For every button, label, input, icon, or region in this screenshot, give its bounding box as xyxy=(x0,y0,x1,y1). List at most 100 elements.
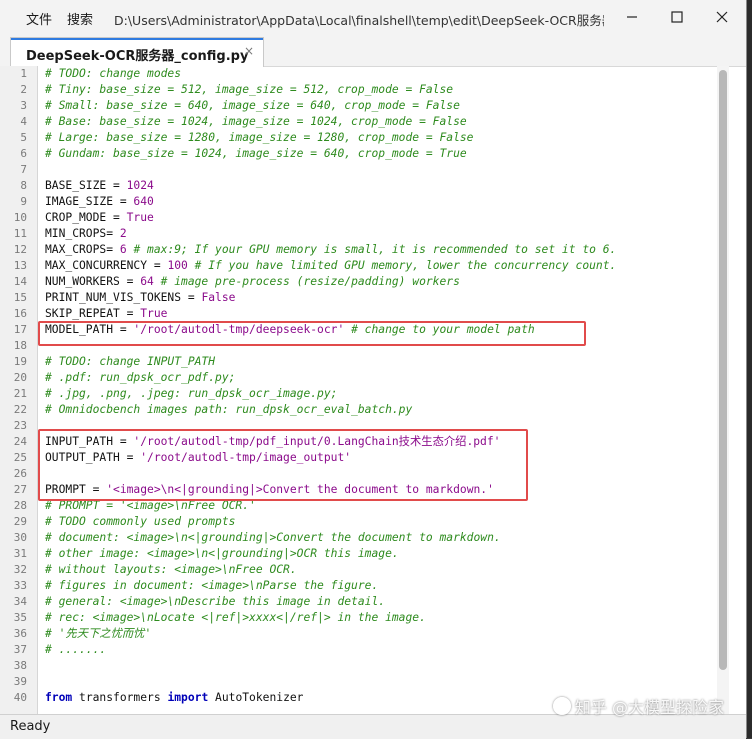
code-editor[interactable]: 1 2 3 4 5 6 7 8 9 10 11 12 13 14 15 16 17 18 19 20 21 22 23 24 2… xyxy=(0,66,746,714)
code-token: # Gundam: base_size = 1024, image_size =… xyxy=(45,147,467,160)
code-token: AutoTokenizer xyxy=(208,691,304,704)
code-line[interactable]: MAX_CROPS= 6 # max:9; If your GPU memory… xyxy=(45,242,616,258)
code-token: # Base: base_size = 1024, image_size = 1… xyxy=(45,115,467,128)
code-line[interactable]: from transformers import AutoTokenizer xyxy=(45,690,303,706)
code-line[interactable]: # TODO: change INPUT_PATH xyxy=(45,354,215,370)
code-line[interactable]: # rec: <image>\nLocate <|ref|>xxxx<|/ref… xyxy=(45,610,426,626)
line-number-gutter: 1 2 3 4 5 6 7 8 9 10 11 12 13 14 15 16 17 18 19 20 21 22 23 24 2… xyxy=(0,66,38,714)
background-edge xyxy=(747,0,752,738)
code-token: 640 xyxy=(133,195,154,208)
code-line[interactable]: # Large: base_size = 1280, image_size = … xyxy=(45,130,473,146)
line-number: 39 xyxy=(13,675,27,688)
code-token: 6 xyxy=(119,243,127,256)
code-line[interactable]: # Omnidocbench images path: run_dpsk_ocr… xyxy=(45,402,412,418)
line-number: 26 xyxy=(13,467,27,480)
line-number: 3 xyxy=(20,99,27,112)
line-number: 30 xyxy=(13,531,27,544)
code-line[interactable]: IMAGE_SIZE = 640 xyxy=(45,194,154,210)
file-path: D:\Users\Administrator\AppData\Local\fin… xyxy=(114,13,604,28)
line-number: 24 xyxy=(13,435,27,448)
line-number: 18 xyxy=(13,339,27,352)
code-token: False xyxy=(201,291,236,304)
line-number: 10 xyxy=(13,211,27,224)
menu-file[interactable]: 文件 xyxy=(26,9,52,28)
tab-active-indicator xyxy=(11,38,263,40)
code-line[interactable]: BASE_SIZE = 1024 xyxy=(45,178,154,194)
code-line[interactable]: # document: <image>\n<|grounding|>Conver… xyxy=(45,530,501,546)
line-number: 20 xyxy=(13,371,27,384)
line-number: 4 xyxy=(20,115,27,128)
code-token: # Omnidocbench images path: run_dpsk_ocr… xyxy=(45,403,413,416)
code-token: # TODO: change modes xyxy=(45,67,182,80)
code-token: import xyxy=(167,691,209,704)
line-number: 13 xyxy=(13,259,27,272)
highlight-box-io-paths xyxy=(38,429,528,501)
vertical-scrollbar[interactable] xyxy=(717,66,729,714)
line-number: 6 xyxy=(20,147,27,160)
code-token: from xyxy=(45,691,73,704)
code-token: 2 xyxy=(119,227,127,240)
code-line[interactable]: # ....... xyxy=(45,642,106,658)
tab-config-file[interactable]: DeepSeek-OCR服务器_config.py × xyxy=(10,37,264,67)
highlight-box-model-path xyxy=(38,321,586,346)
code-line[interactable]: SKIP_REPEAT = True xyxy=(45,306,167,322)
code-token: # .pdf: run_dpsk_ocr_pdf.py; xyxy=(45,371,236,384)
tab-label: DeepSeek-OCR服务器_config.py xyxy=(26,49,249,64)
line-number: 2 xyxy=(20,83,27,96)
maximize-icon xyxy=(671,11,683,23)
code-line[interactable]: # .pdf: run_dpsk_ocr_pdf.py; xyxy=(45,370,235,386)
code-line[interactable]: # '先天下之忧而忧' xyxy=(45,626,151,642)
code-token: 1024 xyxy=(126,179,154,192)
code-token: SKIP_REPEAT = xyxy=(45,307,141,320)
close-button[interactable] xyxy=(702,4,742,30)
code-token: NUM_WORKERS = xyxy=(45,275,141,288)
code-line[interactable]: CROP_MODE = True xyxy=(45,210,154,226)
code-token: PRINT_NUM_VIS_TOKENS = xyxy=(45,291,202,304)
line-number: 14 xyxy=(13,275,27,288)
line-number: 16 xyxy=(13,307,27,320)
code-token: 100 xyxy=(167,259,188,272)
code-line[interactable]: MIN_CROPS= 2 xyxy=(45,226,127,242)
line-number: 11 xyxy=(13,227,27,240)
code-token: # general: <image>\nDescribe this image … xyxy=(45,595,386,608)
code-line[interactable]: # Gundam: base_size = 1024, image_size =… xyxy=(45,146,467,162)
code-line[interactable]: # other image: <image>\n<|grounding|>OCR… xyxy=(45,546,399,562)
code-token: # TODO commonly used prompts xyxy=(45,515,236,528)
code-line[interactable]: MAX_CONCURRENCY = 100 # If you have limi… xyxy=(45,258,616,274)
minimize-button[interactable] xyxy=(612,4,652,30)
code-token: transformers xyxy=(72,691,168,704)
line-number: 28 xyxy=(13,499,27,512)
scrollbar-thumb[interactable] xyxy=(719,70,727,670)
code-token: # figures in document: <image>\nParse th… xyxy=(45,579,379,592)
code-line[interactable]: # .jpg, .png, .jpeg: run_dpsk_ocr_image.… xyxy=(45,386,337,402)
code-token: 64 xyxy=(140,275,154,288)
code-line[interactable]: # general: <image>\nDescribe this image … xyxy=(45,594,385,610)
code-token: # without layouts: <image>\nFree OCR. xyxy=(45,563,297,576)
line-number: 40 xyxy=(13,691,27,704)
code-line[interactable]: # without layouts: <image>\nFree OCR. xyxy=(45,562,297,578)
line-number: 9 xyxy=(20,195,27,208)
code-token: # Tiny: base_size = 512, image_size = 51… xyxy=(45,83,454,96)
line-number: 33 xyxy=(13,579,27,592)
code-line[interactable]: # Base: base_size = 1024, image_size = 1… xyxy=(45,114,467,130)
code-line[interactable]: # TODO commonly used prompts xyxy=(45,514,235,530)
code-line[interactable]: NUM_WORKERS = 64 # image pre-process (re… xyxy=(45,274,460,290)
maximize-button[interactable] xyxy=(657,4,697,30)
line-number: 19 xyxy=(13,355,27,368)
code-token: # ....... xyxy=(45,643,107,656)
code-line[interactable]: # TODO: change modes xyxy=(45,66,181,82)
code-line[interactable]: # Tiny: base_size = 512, image_size = 51… xyxy=(45,82,453,98)
menu-search[interactable]: 搜索 xyxy=(67,9,93,28)
line-number: 21 xyxy=(13,387,27,400)
close-icon xyxy=(716,11,728,23)
minimize-icon xyxy=(627,16,637,18)
code-token: # image pre-process (resize/padding) wor… xyxy=(153,275,460,288)
zhihu-icon xyxy=(552,697,571,715)
code-line[interactable]: # Small: base_size = 640, image_size = 6… xyxy=(45,98,460,114)
tab-close-icon[interactable]: × xyxy=(244,44,254,58)
code-token: # document: <image>\n<|grounding|>Conver… xyxy=(45,531,501,544)
status-text: Ready xyxy=(10,719,51,734)
code-line[interactable]: PRINT_NUM_VIS_TOKENS = False xyxy=(45,290,235,306)
line-number: 25 xyxy=(13,451,27,464)
code-line[interactable]: # figures in document: <image>\nParse th… xyxy=(45,578,378,594)
